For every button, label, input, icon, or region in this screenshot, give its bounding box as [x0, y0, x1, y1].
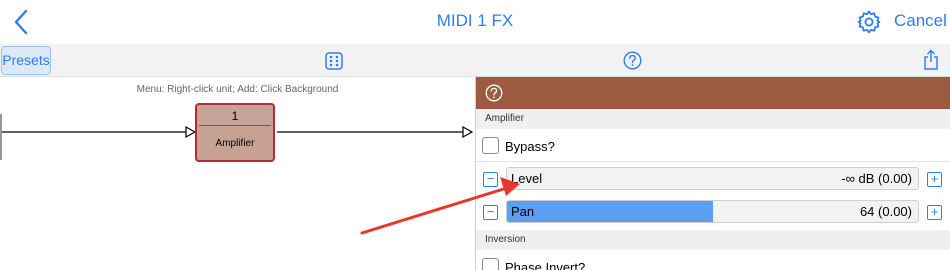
section-header-amplifier: Amplifier [476, 109, 950, 129]
unit-number: 1 [199, 107, 271, 126]
panel-header [476, 77, 950, 109]
help-circle-icon[interactable] [485, 84, 503, 102]
phase-invert-row: Phase Invert? [476, 250, 950, 270]
level-slider[interactable]: Level -∞ dB (0.00) [506, 167, 919, 190]
unit-name: Amplifier [215, 138, 255, 149]
pan-increment-button[interactable]: + [927, 205, 942, 220]
section-header-inversion: Inversion [476, 230, 950, 250]
level-decrement-button[interactable]: − [483, 172, 498, 187]
bypass-row: Bypass? [476, 129, 950, 162]
presets-button[interactable]: Presets [1, 46, 51, 75]
pan-value: 64 (0.00) [859, 204, 912, 219]
pan-slider[interactable]: Pan 64 (0.00) [506, 200, 919, 223]
level-increment-button[interactable]: + [927, 172, 942, 187]
phase-invert-label: Phase Invert? [505, 260, 586, 270]
grid-dots-icon[interactable] [325, 52, 343, 70]
amplifier-unit[interactable]: 1 Amplifier [195, 103, 275, 162]
bypass-checkbox[interactable] [482, 137, 499, 154]
routing-canvas[interactable]: Menu: Right-click unit; Add: Click Backg… [0, 77, 475, 270]
navigation-bar: MIDI 1 FX Cancel [0, 0, 950, 44]
pan-slider-fill [507, 201, 713, 222]
parameter-panel: Amplifier Bypass? − Level -∞ dB (0.00) +… [475, 77, 950, 270]
level-label: Level [511, 171, 543, 186]
share-icon[interactable] [923, 49, 939, 71]
pan-row: − Pan 64 (0.00) + [476, 195, 950, 227]
help-circle-icon[interactable] [623, 51, 642, 70]
pan-label: Pan [511, 204, 535, 219]
page-title: MIDI 1 FX [436, 11, 514, 30]
cancel-button[interactable]: Cancel [894, 11, 947, 31]
toolbar: Presets [0, 44, 950, 77]
level-value: -∞ dB (0.00) [841, 171, 912, 186]
level-row: − Level -∞ dB (0.00) + [476, 163, 950, 195]
gear-icon[interactable] [856, 9, 882, 35]
pan-decrement-button[interactable]: − [483, 205, 498, 220]
bypass-label: Bypass? [505, 139, 555, 154]
phase-invert-checkbox[interactable] [482, 258, 499, 270]
